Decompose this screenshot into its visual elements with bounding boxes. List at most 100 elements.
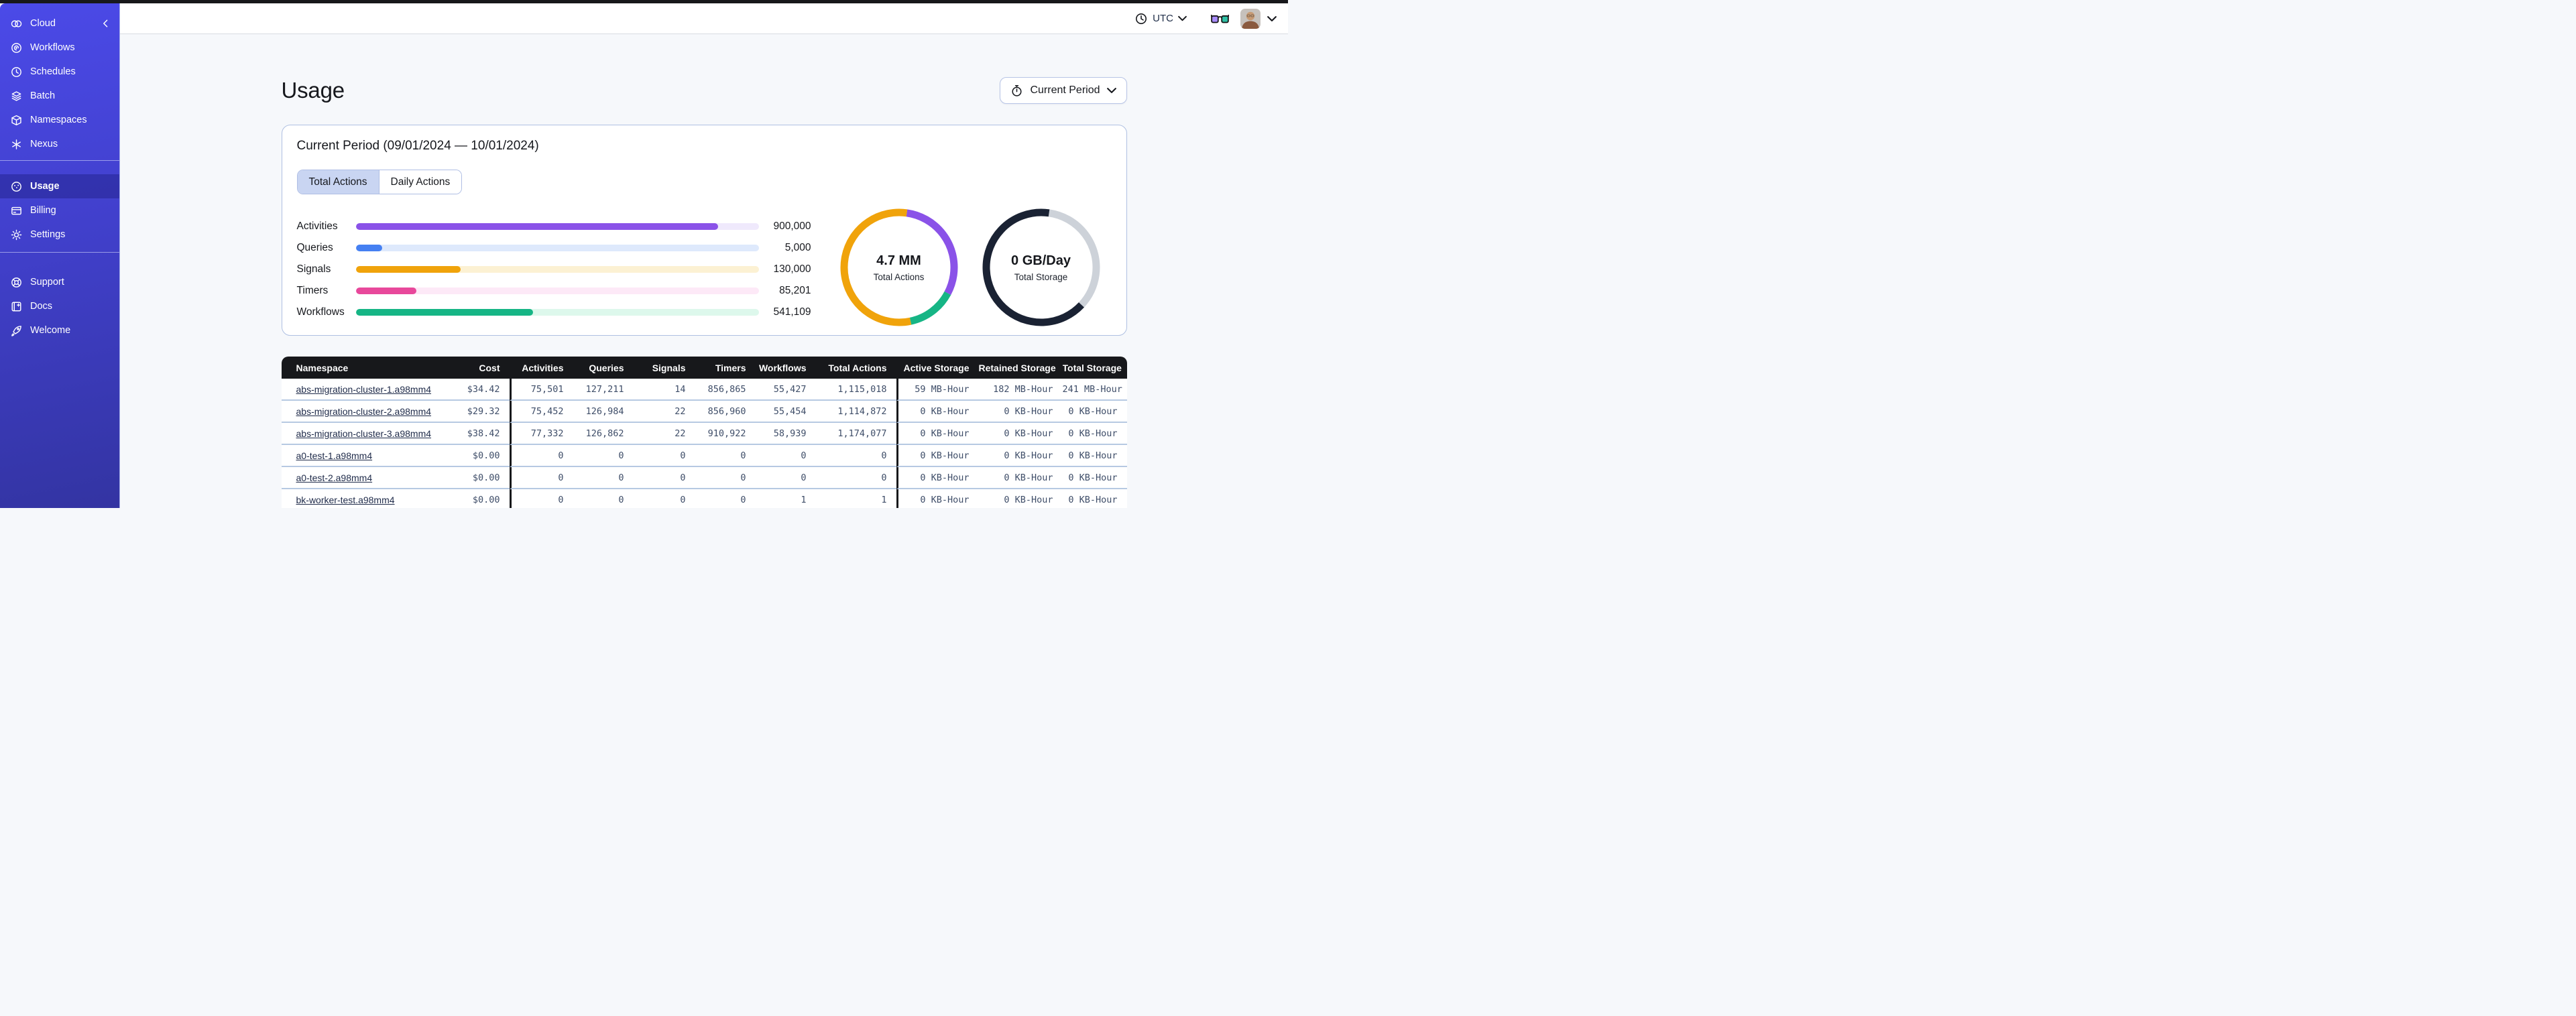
table-header-total-storage: Total Storage: [1062, 357, 1127, 379]
sidebar-item-welcome[interactable]: Welcome: [0, 318, 119, 342]
tab-total-actions[interactable]: Total Actions: [297, 170, 379, 194]
sidebar-brand-cloud[interactable]: Cloud: [0, 11, 119, 36]
table-cell-namespace: abs-migration-cluster-3.a98mm4: [281, 423, 443, 445]
nexus-icon: [10, 138, 23, 151]
table-cell-cost: $34.42: [442, 379, 510, 401]
total-storage-donut: 0 GB/Day Total Storage: [982, 208, 1101, 327]
period-selector-button[interactable]: Current Period: [1000, 77, 1127, 104]
table-row: bk-worker-test.a98mm4 $0.00 0 0 0 0 1 1 0 KB-Hou…: [281, 489, 1127, 508]
sidebar-item-label: Batch: [30, 90, 56, 101]
table-cell-total-storage: 0 KB-Hour: [1062, 445, 1127, 467]
tab-daily-actions[interactable]: Daily Actions: [378, 170, 462, 194]
bar-track: [355, 223, 759, 230]
chevron-down-icon: [1267, 15, 1277, 21]
table-header-row: Namespace Cost Activities Queries Signals Tim…: [281, 357, 1127, 379]
table-cell-queries: 126,984: [573, 401, 634, 423]
billing-icon: [10, 204, 23, 217]
namespace-link[interactable]: a0-test-1.a98mm4: [296, 450, 373, 461]
support-icon: [10, 276, 23, 289]
table-cell-activities: 75,501: [509, 379, 573, 401]
donut-center-text: 4.7 MM Total Actions: [839, 208, 959, 327]
bar-row-workflows: Workflows 541,109: [297, 302, 811, 323]
bar-track: [355, 266, 759, 273]
schedules-icon: [10, 66, 23, 78]
table-cell-namespace: abs-migration-cluster-1.a98mm4: [281, 379, 443, 401]
bar-row-signals: Signals 130,000: [297, 259, 811, 280]
sidebar-item-nexus[interactable]: Nexus: [0, 132, 119, 156]
sidebar-item-schedules[interactable]: Schedules: [0, 60, 119, 84]
account-menu-button[interactable]: [1266, 14, 1278, 23]
user-avatar[interactable]: [1240, 8, 1261, 29]
batch-icon: [10, 90, 23, 103]
namespace-link[interactable]: bk-worker-test.a98mm4: [296, 495, 395, 505]
sidebar-nav-help: Support Docs Welcome: [0, 270, 119, 342]
namespace-link[interactable]: abs-migration-cluster-2.a98mm4: [296, 406, 432, 417]
timezone-selector[interactable]: UTC: [1130, 11, 1191, 26]
table-cell-activities: 0: [509, 489, 573, 508]
sidebar-item-namespaces[interactable]: Namespaces: [0, 108, 119, 132]
actions-view-toggle: Total Actions Daily Actions: [296, 170, 463, 194]
table-cell-timers: 0: [695, 467, 756, 489]
table-cell-total-actions: 1,114,872: [815, 401, 896, 423]
table-cell-retained-storage: 0 KB-Hour: [978, 423, 1063, 445]
table-cell-total-actions: 1: [815, 489, 896, 508]
sidebar-brand-label: Cloud: [30, 18, 56, 29]
namespace-link[interactable]: a0-test-2.a98mm4: [296, 472, 373, 483]
table-cell-activities: 0: [509, 445, 573, 467]
table-cell-active-storage: 0 KB-Hour: [896, 445, 979, 467]
sidebar-collapse-button[interactable]: [101, 18, 111, 29]
table-cell-timers: 856,960: [695, 401, 756, 423]
current-period-card: Current Period (09/01/2024 — 10/01/2024)…: [281, 125, 1127, 336]
sidebar-item-docs[interactable]: Docs: [0, 294, 119, 318]
table-cell-namespace: abs-migration-cluster-2.a98mm4: [281, 401, 443, 423]
table-cell-activities: 77,332: [509, 423, 573, 445]
table-cell-total-storage: 0 KB-Hour: [1062, 423, 1127, 445]
table-header-active-storage: Active Storage: [896, 357, 979, 379]
table-cell-timers: 0: [695, 445, 756, 467]
bar-label: Signals: [296, 263, 331, 275]
table-cell-queries: 0: [573, 467, 634, 489]
donut-center-text: 0 GB/Day Total Storage: [982, 208, 1101, 327]
bar-fill: [355, 266, 461, 273]
sidebar: Cloud Workflows Schedules Batch Namespaces N…: [0, 3, 120, 508]
bar-label: Workflows: [296, 306, 345, 318]
table-cell-retained-storage: 182 MB-Hour: [978, 379, 1063, 401]
table-cell-retained-storage: 0 KB-Hour: [978, 401, 1063, 423]
bar-value: 541,109: [773, 306, 811, 318]
sidebar-item-billing[interactable]: Billing: [0, 198, 119, 223]
table-cell-workflows: 1: [755, 489, 816, 508]
namespace-link[interactable]: abs-migration-cluster-1.a98mm4: [296, 384, 432, 395]
table-header-namespace: Namespace: [281, 357, 443, 379]
bar-value: 900,000: [773, 220, 811, 232]
sidebar-item-label: Docs: [30, 301, 53, 312]
bar-value: 85,201: [779, 285, 811, 296]
namespace-link[interactable]: abs-migration-cluster-3.a98mm4: [296, 428, 432, 439]
sidebar-item-support[interactable]: Support: [0, 270, 119, 294]
table-header-cost: Cost: [442, 357, 510, 379]
table-cell-cost: $0.00: [442, 467, 510, 489]
table-header-queries: Queries: [573, 357, 634, 379]
table-cell-signals: 0: [633, 445, 695, 467]
table-cell-workflows: 55,427: [755, 379, 816, 401]
table-cell-signals: 22: [633, 401, 695, 423]
donut-charts: 4.7 MM Total Actions 0 GB/Day Total Storag…: [839, 208, 1101, 327]
sidebar-divider: [0, 252, 119, 253]
table-cell-namespace: bk-worker-test.a98mm4: [281, 489, 443, 508]
main-area: Usage Current Period Current Period (09/…: [120, 34, 1288, 508]
sidebar-item-usage[interactable]: Usage: [0, 174, 119, 198]
table-row: abs-migration-cluster-2.a98mm4 $29.32 75,4…: [281, 401, 1127, 423]
donut-value: 0 GB/Day: [1011, 253, 1071, 268]
donut-label: Total Storage: [1014, 271, 1068, 282]
sidebar-item-batch[interactable]: Batch: [0, 84, 119, 108]
sidebar-item-workflows[interactable]: Workflows: [0, 36, 119, 60]
bar-track: [355, 288, 759, 294]
glasses-icon: [1211, 14, 1229, 23]
labs-glasses-button[interactable]: [1211, 13, 1229, 23]
table-cell-signals: 14: [633, 379, 695, 401]
table-cell-queries: 0: [573, 445, 634, 467]
bar-track: [355, 309, 759, 316]
namespace-usage-table: Namespace Cost Activities Queries Signals Tim…: [281, 357, 1127, 508]
table-cell-active-storage: 0 KB-Hour: [896, 401, 979, 423]
window-top-edge: [0, 0, 1288, 3]
sidebar-item-settings[interactable]: Settings: [0, 223, 119, 247]
